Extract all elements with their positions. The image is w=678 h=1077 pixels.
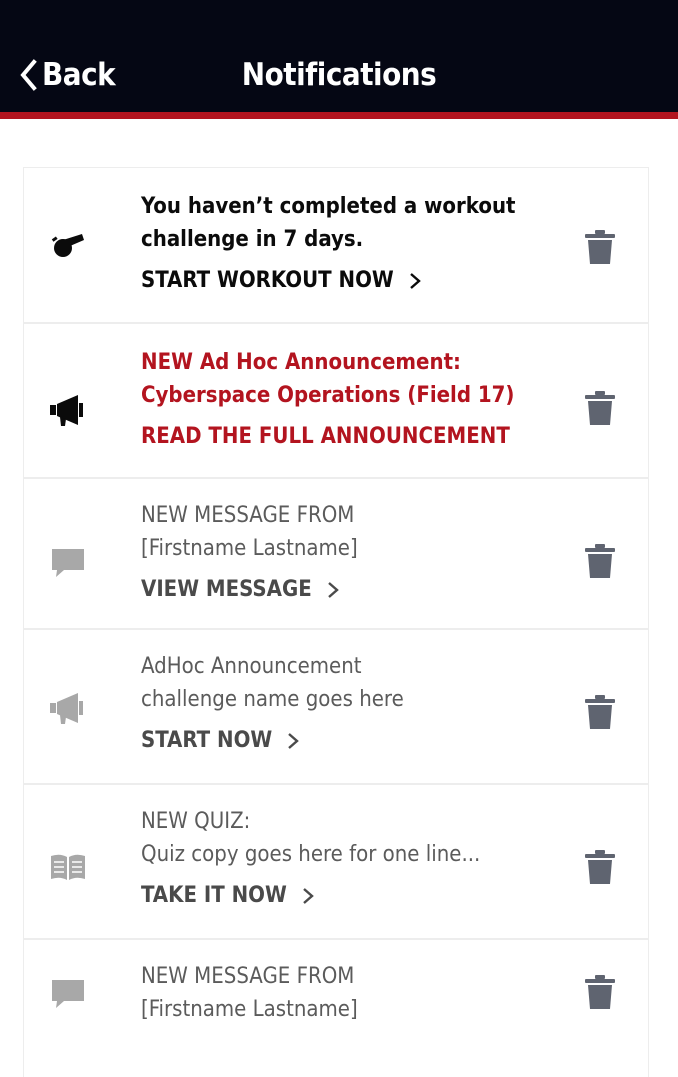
chevron-right-icon bbox=[409, 273, 421, 289]
trash-icon[interactable] bbox=[584, 694, 616, 730]
notification-line-2: challenge in 7 days. bbox=[141, 227, 364, 252]
notification-item-message[interactable]: NEW MESSAGE FROM [Firstname Lastname] VI… bbox=[24, 479, 648, 630]
trash-icon[interactable] bbox=[584, 974, 616, 1010]
chevron-right-icon bbox=[288, 733, 300, 749]
trash-icon[interactable] bbox=[584, 543, 616, 579]
action-label: VIEW MESSAGE bbox=[141, 577, 312, 602]
notification-line-2: challenge name goes here bbox=[141, 687, 404, 712]
notification-list: You haven’t completed a workout challeng… bbox=[23, 167, 649, 1077]
take-it-now-link[interactable]: TAKE IT NOW bbox=[141, 881, 561, 911]
chevron-right-icon bbox=[327, 582, 339, 598]
notification-line-1: NEW MESSAGE FROM bbox=[141, 503, 355, 528]
notification-line-2: Cyberspace Operations (Field 17) bbox=[141, 383, 515, 408]
whistle-icon bbox=[51, 234, 84, 257]
action-label: START WORKOUT NOW bbox=[141, 268, 394, 293]
notification-item-message-2[interactable]: NEW MESSAGE FROM [Firstname Lastname] bbox=[24, 940, 648, 1077]
view-message-link[interactable]: VIEW MESSAGE bbox=[141, 575, 561, 605]
notification-line-2: Quiz copy goes here for one line... bbox=[141, 842, 481, 867]
notification-item-workout[interactable]: You haven’t completed a workout challeng… bbox=[24, 168, 648, 324]
trash-icon[interactable] bbox=[584, 229, 616, 265]
trash-icon[interactable] bbox=[584, 390, 616, 426]
chevron-right-icon bbox=[303, 888, 314, 904]
notification-line-1: NEW MESSAGE FROM bbox=[141, 964, 355, 989]
notification-item-adhoc[interactable]: AdHoc Announcement challenge name goes h… bbox=[24, 630, 648, 785]
start-now-link[interactable]: START NOW bbox=[141, 726, 561, 756]
notification-line-1: NEW QUIZ: bbox=[141, 809, 251, 834]
megaphone-icon bbox=[50, 395, 83, 426]
book-icon bbox=[51, 854, 85, 880]
megaphone-icon bbox=[50, 693, 83, 724]
header-bar: Back Notifications bbox=[0, 0, 678, 119]
notification-line-1: AdHoc Announcement bbox=[141, 654, 362, 679]
chat-bubble-icon bbox=[52, 549, 84, 577]
notification-item-quiz[interactable]: NEW QUIZ: Quiz copy goes here for one li… bbox=[24, 785, 648, 940]
notification-line-1: NEW Ad Hoc Announcement: bbox=[141, 350, 461, 375]
start-workout-link[interactable]: START WORKOUT NOW bbox=[141, 266, 561, 296]
notification-item-announcement[interactable]: NEW Ad Hoc Announcement: Cyberspace Oper… bbox=[24, 324, 648, 479]
action-label: START NOW bbox=[141, 728, 273, 753]
action-label: READ THE FULL ANNOUNCEMENT bbox=[141, 424, 510, 449]
read-announcement-link[interactable]: READ THE FULL ANNOUNCEMENT bbox=[141, 422, 561, 452]
notification-line-2: [Firstname Lastname] bbox=[141, 536, 358, 561]
action-label: TAKE IT NOW bbox=[141, 883, 287, 908]
notification-line-2: [Firstname Lastname] bbox=[141, 997, 358, 1022]
notification-line-1: You haven’t completed a workout bbox=[141, 194, 516, 219]
trash-icon[interactable] bbox=[584, 849, 616, 885]
page-title: Notifications bbox=[241, 57, 437, 93]
chat-bubble-icon bbox=[52, 980, 84, 1008]
